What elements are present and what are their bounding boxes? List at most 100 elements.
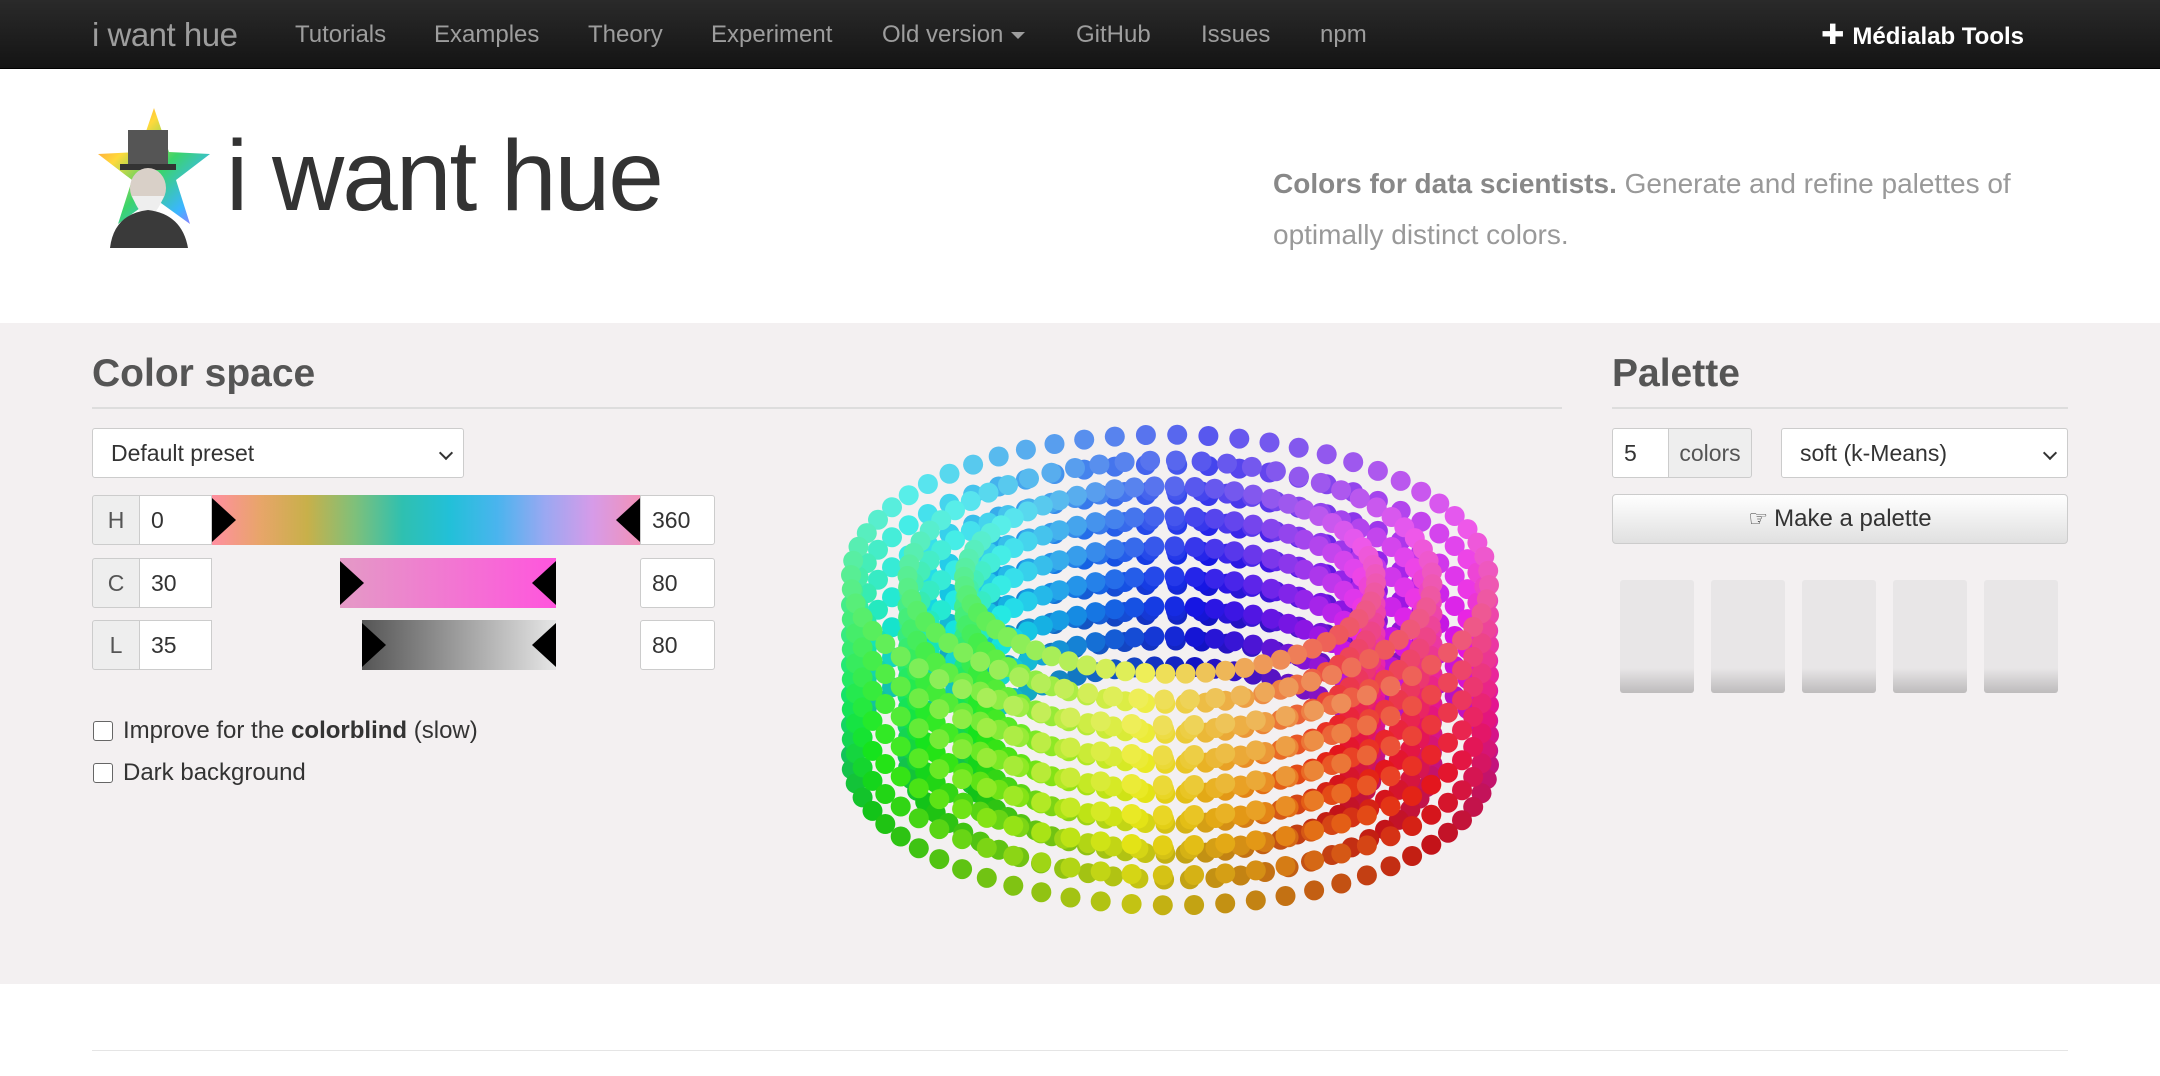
color-point [890,676,911,697]
colorblind-label[interactable]: Improve for the colorblind (slow) [123,717,478,745]
color-point [1090,891,1111,912]
palette-swatch[interactable] [1620,580,1694,693]
hue-min-input[interactable]: 0 [139,495,212,545]
color-point [1067,515,1087,536]
color-point [1090,831,1111,852]
color-point [1367,460,1388,481]
color-point [1144,536,1165,557]
color-point [1230,685,1251,706]
clustering-mode-select[interactable]: soft (k-Means) [1781,428,2068,478]
color-point [1421,834,1442,855]
preset-select[interactable]: Default preset [92,428,464,478]
color-point [1224,631,1245,652]
hue-max-input[interactable]: 360 [640,495,715,545]
nav-experiment[interactable]: Experiment [711,0,832,69]
color-point [1058,651,1079,672]
color-point [1085,572,1106,593]
palette-swatch[interactable] [1802,580,1876,693]
color-point [1261,548,1282,569]
color-point [1003,695,1024,716]
color-point [1104,479,1125,500]
chroma-min-handle[interactable] [340,561,364,605]
color-point [1003,815,1024,836]
hue-range-slider[interactable] [212,495,640,545]
color-point [1245,770,1266,791]
color-point [1204,538,1225,559]
color-point [1438,762,1458,783]
nav-theory[interactable]: Theory [588,0,663,69]
chroma-max-input[interactable]: 80 [640,558,715,608]
color-point [952,859,973,880]
hue-min-handle[interactable] [212,498,236,542]
color-point [1205,688,1226,708]
color-point [1402,696,1423,716]
tagline: Colors for data scientists. Generate and… [1273,158,2073,260]
medialab-tools-button[interactable]: ✚ Médialab Tools [1821,0,2024,69]
nav-old-version[interactable]: Old version [882,0,1026,69]
palette-heading: Palette [1612,352,1740,395]
color-space-heading: Color space [92,352,316,395]
lightness-range-slider[interactable] [362,620,556,670]
color-point [1041,646,1062,667]
color-point [1090,771,1111,792]
footer-divider [92,1050,2068,1051]
color-point [1144,476,1165,497]
color-point [1402,846,1423,866]
color-point [929,849,950,870]
color-point [1164,626,1185,647]
color-point [1265,461,1286,482]
color-point [1003,785,1024,806]
lightness-max-handle[interactable] [532,623,556,667]
nav-issues[interactable]: Issues [1201,0,1270,69]
color-space-3d-visualization[interactable] [800,420,1540,940]
lightness-min-input[interactable]: 35 [139,620,212,670]
hue-max-handle[interactable] [616,498,640,542]
nav-npm[interactable]: npm [1320,0,1367,69]
chroma-range-slider[interactable] [340,558,556,608]
dark-background-label[interactable]: Dark background [123,759,306,787]
color-point [890,826,911,847]
nav-tutorials[interactable]: Tutorials [295,0,386,69]
navbar-brand[interactable]: i want hue [92,0,238,69]
dark-background-checkbox[interactable] [93,763,113,783]
palette-swatch[interactable] [1984,580,2058,693]
color-count-input[interactable]: 5 [1612,428,1669,478]
color-point [1060,797,1081,818]
color-point [953,642,974,663]
color-point [988,659,1009,680]
color-point [908,778,929,799]
color-point [1261,608,1282,629]
color-point [1019,468,1039,489]
nav-github[interactable]: GitHub [1076,0,1151,69]
chroma-max-handle[interactable] [532,561,556,605]
color-point [1152,745,1173,766]
color-point [1304,730,1325,751]
palette-swatch[interactable] [1711,580,1785,693]
color-point [1184,537,1205,557]
palette-swatch[interactable] [1893,580,1967,693]
color-point [1245,890,1266,911]
color-point [1085,482,1106,503]
color-point [1331,480,1352,501]
make-palette-button[interactable]: ☞ Make a palette [1612,494,2068,544]
color-point [1104,509,1125,530]
color-point [1152,775,1173,796]
color-point [1289,466,1309,487]
color-point [976,867,997,888]
lightness-min-handle[interactable] [362,623,386,667]
chroma-min-input[interactable]: 30 [139,558,212,608]
color-point [1275,736,1296,756]
color-point [1031,852,1052,873]
color-point [1095,658,1116,679]
nav-examples[interactable]: Examples [434,0,539,69]
color-point [1152,835,1173,856]
color-point [1304,880,1325,901]
color-point [963,454,984,475]
lightness-max-input[interactable]: 80 [640,620,715,670]
color-point [1144,506,1165,527]
color-point [1234,657,1255,678]
colorblind-checkbox[interactable] [93,721,113,741]
color-point [1438,792,1458,813]
lightness-label: L [92,620,140,670]
chevron-down-icon [438,445,454,461]
